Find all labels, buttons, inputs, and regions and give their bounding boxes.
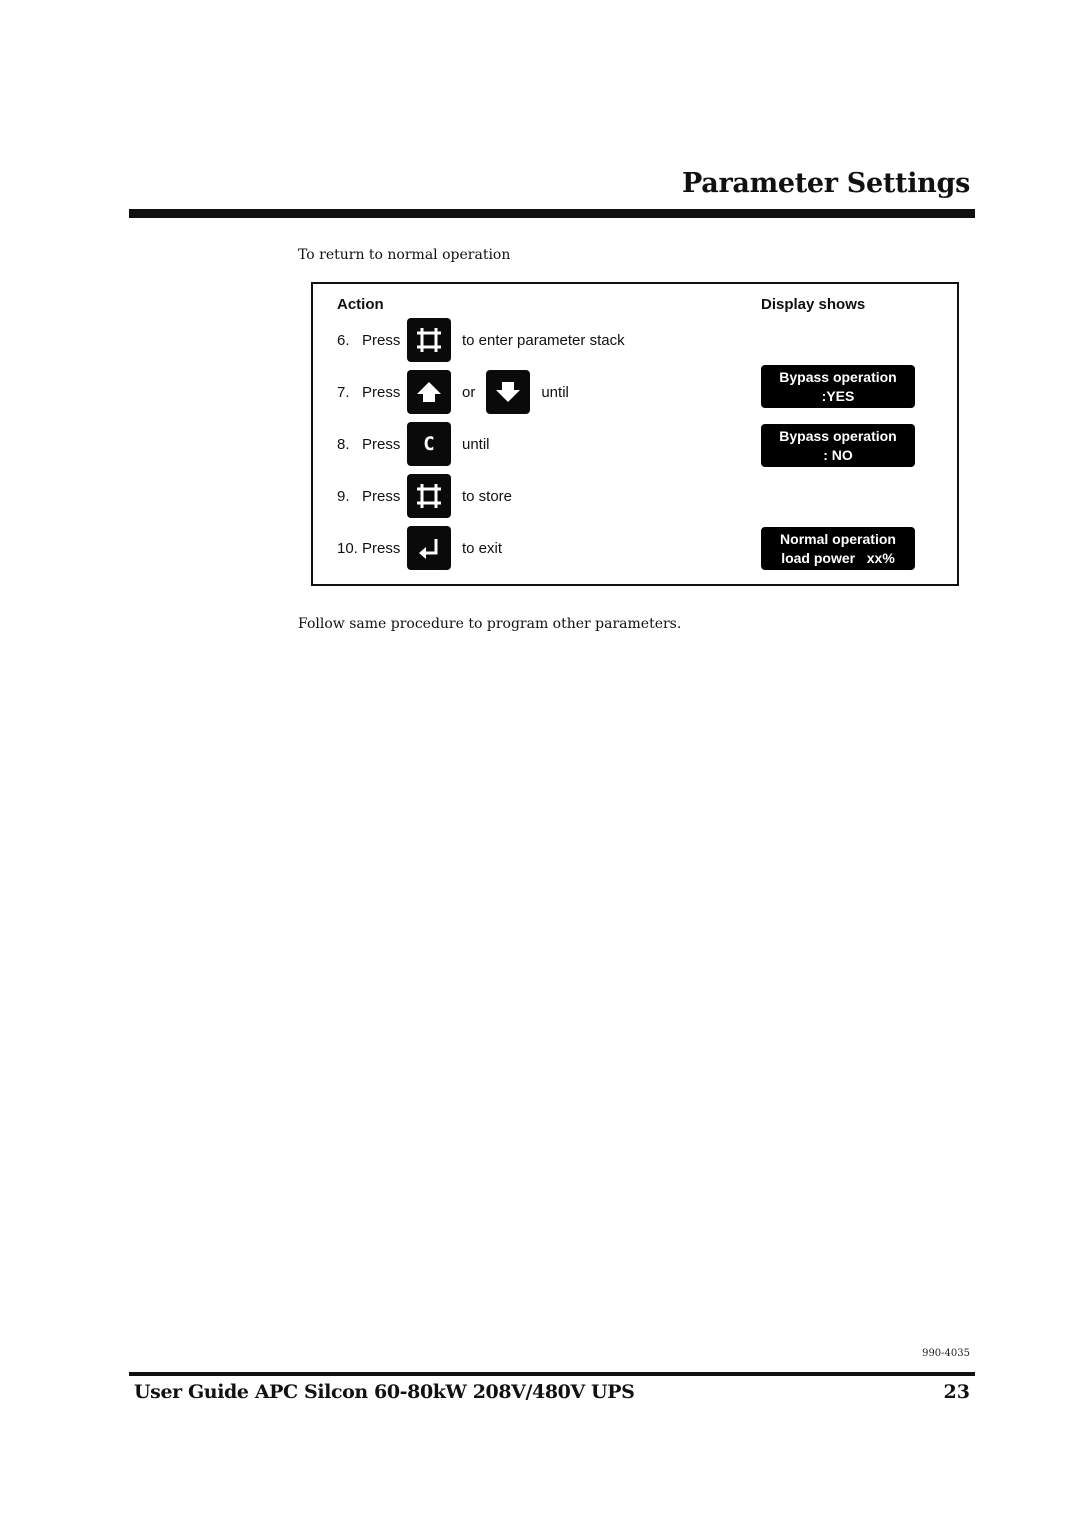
step-text: to exit xyxy=(462,539,503,557)
arrow-down-icon xyxy=(496,382,521,402)
procedure-step: 9. Press to store xyxy=(337,474,512,518)
step-connector: or xyxy=(462,383,476,401)
lcd-display: Bypass operation : NO xyxy=(761,424,915,467)
step-text: to store xyxy=(462,487,513,505)
lcd-line-1: Normal operation xyxy=(780,530,896,547)
lcd-display: Normal operation load power xx% xyxy=(761,527,915,570)
follow-text: Follow same procedure to program other p… xyxy=(298,616,682,632)
procedure-step: 8. Press C until xyxy=(337,422,490,466)
header-rule xyxy=(129,209,975,218)
lcd-line-2: :YES xyxy=(821,387,855,404)
clear-c-icon: C xyxy=(423,433,435,455)
arrow-up-icon xyxy=(417,382,441,402)
step-number: 6. xyxy=(337,331,350,349)
step-verb: Press xyxy=(362,383,401,401)
step-text: until xyxy=(541,383,569,401)
arrow-down-key[interactable] xyxy=(486,370,531,414)
step-text: to enter parameter stack xyxy=(462,331,625,349)
enter-stack-key[interactable] xyxy=(407,318,451,362)
step-number: 10. xyxy=(337,539,358,557)
document-number: 990-4035 xyxy=(922,1348,970,1359)
enter-stack-icon xyxy=(417,484,441,508)
enter-stack-key[interactable] xyxy=(407,474,451,518)
clear-c-key[interactable]: C xyxy=(407,422,451,466)
step-verb: Press xyxy=(362,487,401,505)
lcd-display: Bypass operation :YES xyxy=(761,365,915,408)
step-number: 7. xyxy=(337,383,350,401)
return-enter-icon xyxy=(419,539,438,559)
procedure-step: 6. Press to enter parameter stack xyxy=(337,318,625,362)
intro-text: To return to normal operation xyxy=(298,247,511,263)
step-number: 8. xyxy=(337,435,350,453)
step-verb: Press xyxy=(362,539,401,557)
footer-title: User Guide APC Silcon 60-80kW 208V/480V … xyxy=(134,1381,635,1403)
display-column-header: Display shows xyxy=(761,296,866,313)
footer-rule xyxy=(129,1372,975,1376)
lcd-line-2: : NO xyxy=(823,446,853,463)
procedure-step: 7. Press or until xyxy=(337,370,569,414)
lcd-line-1: Bypass operation xyxy=(779,427,897,444)
lcd-line-2: load power xx% xyxy=(781,549,895,566)
step-verb: Press xyxy=(362,435,401,453)
procedure-step: 10. Press to exit xyxy=(337,526,502,570)
step-text: until xyxy=(462,435,490,453)
page-number: 23 xyxy=(943,1381,970,1403)
enter-stack-icon xyxy=(417,328,441,352)
step-number: 9. xyxy=(337,487,350,505)
arrow-up-key[interactable] xyxy=(407,370,451,414)
step-verb: Press xyxy=(362,331,401,349)
lcd-line-1: Bypass operation xyxy=(779,368,897,385)
return-enter-key[interactable] xyxy=(407,526,451,570)
action-column-header: Action xyxy=(337,296,384,313)
procedure-table: Action Display shows 6. Press to enter p… xyxy=(311,282,959,586)
page-title: Parameter Settings xyxy=(681,168,970,199)
